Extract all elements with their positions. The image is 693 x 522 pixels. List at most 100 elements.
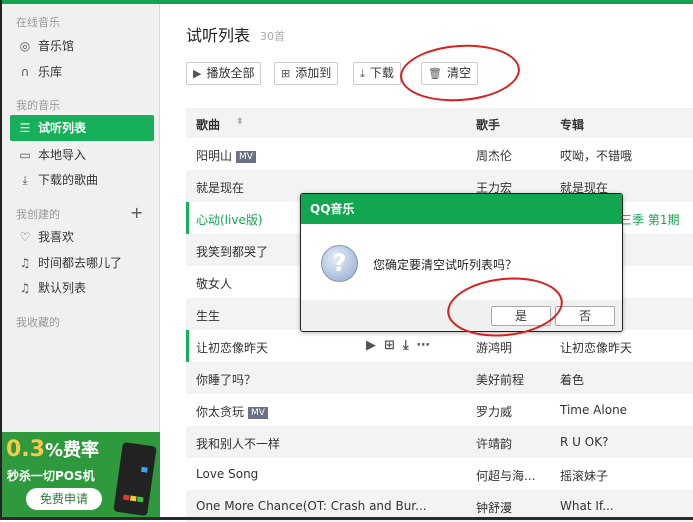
song-title[interactable]: 敬女人: [196, 275, 232, 292]
song-title[interactable]: One More Chance(OT: Crash and Bur...: [196, 499, 427, 513]
section-created: 我创建的: [16, 208, 60, 221]
list-icon: ☰: [19, 121, 31, 135]
sidebar-item-local-import[interactable]: ▭ 本地导入: [10, 142, 154, 168]
row-indicator: [186, 202, 189, 234]
confirm-dialog: QQ音乐 ? 您确定要清空试听列表吗？ 是 否: [300, 193, 623, 332]
table-row[interactable]: 让初恋像昨天 ▶ ⊞ ⤓ ⋯ 游鸿明 让初恋像昨天: [186, 330, 693, 362]
sidebar-item-label: 时间都去哪儿了: [38, 256, 123, 270]
table-row[interactable]: 你睡了吗？ 美好前程 着色: [186, 362, 693, 394]
no-button[interactable]: 否: [555, 306, 615, 326]
section-collected: 我收藏的: [16, 316, 60, 329]
sidebar-item-default-list[interactable]: ♫ 默认列表: [10, 275, 154, 301]
song-name: 就是现在: [196, 181, 245, 195]
song-title[interactable]: 心动(live版): [196, 211, 263, 228]
music-hall-icon: ◎: [19, 39, 31, 53]
singer[interactable]: 游鸿明: [476, 339, 512, 356]
sidebar-item-downloaded[interactable]: ⤓ 下载的歌曲: [10, 167, 154, 193]
sidebar-item-label: 我喜欢: [38, 230, 75, 244]
song-name: 我笑到都哭了: [196, 245, 269, 259]
sidebar-item-label: 下载的歌曲: [38, 173, 99, 187]
ad-banner[interactable]: 0.3%费率 秒杀一切POS机 免费申请: [2, 432, 160, 517]
sidebar-item-label: 本地导入: [38, 148, 87, 162]
table-row[interactable]: 我和别人不一样 许靖韵 R U OK?: [186, 426, 693, 458]
sidebar-item-favorites[interactable]: ♡ 我喜欢: [10, 224, 154, 250]
song-title[interactable]: 你睡了吗？: [196, 371, 256, 388]
download-button[interactable]: ⤓ 下载: [353, 62, 401, 85]
section-online: 在线音乐: [16, 16, 60, 29]
mv-badge[interactable]: MV: [248, 407, 268, 419]
song-name: 心动(live版): [196, 213, 263, 227]
music-note-icon: ♫: [19, 256, 31, 270]
singer[interactable]: 许靖韵: [476, 435, 512, 452]
album[interactable]: 让初恋像昨天: [560, 339, 632, 356]
song-title[interactable]: 你太贪玩 MV: [196, 403, 268, 420]
add-to-button[interactable]: ⊞ 添加到: [274, 62, 339, 85]
add-box-icon: ⊞: [281, 67, 291, 80]
column-song[interactable]: 歌曲: [196, 116, 220, 133]
add-box-icon[interactable]: ⊞: [384, 338, 395, 353]
song-name: Love Song: [196, 467, 259, 481]
sidebar-item-trial-list[interactable]: ☰ 试听列表: [10, 115, 154, 141]
play-all-button[interactable]: ▶ 播放全部: [186, 62, 262, 85]
singer[interactable]: 罗力威: [476, 403, 512, 420]
dialog-message: 您确定要清空试听列表吗？: [373, 258, 518, 272]
song-title[interactable]: 就是现在: [196, 179, 244, 196]
song-title[interactable]: Love Song: [196, 467, 258, 481]
section-mine: 我的音乐: [16, 99, 60, 112]
column-album: 专辑: [560, 118, 585, 132]
ad-rate-label: %费率: [44, 440, 100, 461]
sort-icon[interactable]: ⬍: [236, 117, 244, 127]
song-name: 阳明山: [196, 149, 233, 163]
singer[interactable]: 何超与海...: [476, 467, 535, 484]
song-name: 生生: [196, 309, 221, 323]
sidebar-item-playlist[interactable]: ♫ 时间都去哪儿了: [10, 250, 154, 276]
song-title[interactable]: 生生: [196, 307, 220, 324]
ad-rate: 0.3%费率: [6, 436, 99, 462]
monitor-icon: ▭: [19, 148, 31, 162]
download-icon: ⤓: [360, 67, 365, 80]
dialog-title: QQ音乐: [301, 194, 622, 224]
ad-apply-button[interactable]: 免费申请: [26, 488, 102, 510]
add-playlist-icon[interactable]: +: [130, 203, 143, 222]
table-row[interactable]: Love Song 何超与海... 摇滚妹子: [186, 458, 693, 490]
singer[interactable]: 美好前程: [476, 371, 524, 388]
download-icon[interactable]: ⤓: [403, 338, 409, 353]
album[interactable]: 哎呦，不错哦: [560, 147, 632, 164]
button-label: 添加到: [295, 66, 332, 80]
singer[interactable]: 周杰伦: [476, 147, 512, 164]
singer[interactable]: 钟舒漫: [476, 499, 512, 516]
trash-icon: 🗑: [428, 67, 442, 80]
song-title[interactable]: 阳明山 MV: [196, 147, 256, 164]
headphones-icon: ∩: [20, 65, 30, 79]
clear-button[interactable]: 🗑 清空: [421, 62, 478, 85]
table-header: 歌曲 ⬍ 歌手 专辑: [186, 108, 693, 138]
album[interactable]: 摇滚妹子: [560, 467, 608, 484]
mv-badge[interactable]: MV: [236, 151, 256, 163]
song-name: 我和别人不一样: [196, 437, 281, 451]
song-name: 敬女人: [196, 277, 233, 291]
song-name: One More Chance(OT: Crash and Bur...: [196, 499, 427, 513]
album[interactable]: R U OK?: [560, 435, 608, 449]
album[interactable]: 三季 第1期: [620, 211, 679, 228]
song-title[interactable]: 让初恋像昨天: [196, 339, 268, 356]
song-name: 你睡了吗？: [196, 373, 257, 387]
song-title[interactable]: 我和别人不一样: [196, 435, 280, 452]
album[interactable]: What If...: [560, 499, 614, 513]
album[interactable]: 着色: [560, 371, 584, 388]
music-note-icon: ♫: [19, 281, 31, 295]
sidebar-item-label: 默认列表: [38, 281, 87, 295]
yes-button[interactable]: 是: [491, 306, 551, 326]
table-row[interactable]: 你太贪玩 MV 罗力威 Time Alone: [186, 394, 693, 426]
column-singer: 歌手: [476, 118, 501, 132]
row-indicator: [186, 330, 189, 362]
album[interactable]: Time Alone: [560, 403, 627, 417]
sidebar-item-library[interactable]: ∩ 乐库: [10, 59, 154, 85]
song-name: 让初恋像昨天: [196, 341, 269, 355]
table-row[interactable]: 阳明山 MV 周杰伦 哎呦，不错哦: [186, 138, 693, 170]
sidebar-item-music-hall[interactable]: ◎ 音乐馆: [10, 33, 154, 59]
song-count: 30首: [260, 30, 285, 43]
ad-slogan: 秒杀一切POS机: [7, 469, 95, 483]
more-icon[interactable]: ⋯: [417, 338, 430, 353]
song-title[interactable]: 我笑到都哭了: [196, 243, 268, 260]
play-icon[interactable]: ▶: [366, 338, 376, 353]
